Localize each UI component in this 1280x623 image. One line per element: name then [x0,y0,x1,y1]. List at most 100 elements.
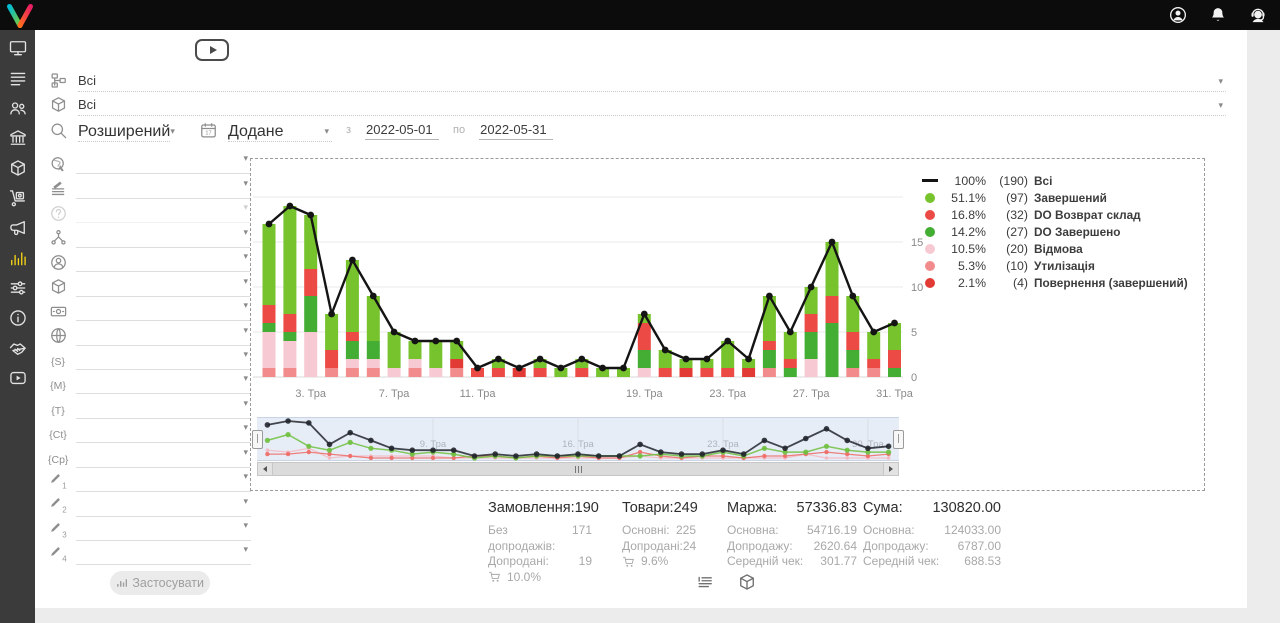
side-filter-row-globe: ▾ [48,321,251,345]
pencil-icon: 2 [48,496,68,516]
apply-filters-button[interactable]: Застосувати [110,571,210,595]
scrollbar-thumb[interactable] [273,463,883,475]
video-help-button[interactable] [195,39,229,61]
side-filter-select[interactable]: ▾ [76,471,251,492]
chevron-down-icon: ▾ [170,126,178,141]
svg-text:23. Тра: 23. Тра [709,388,747,400]
account-icon[interactable] [1168,5,1188,25]
side-filter-select[interactable]: ▾ [76,349,251,370]
sidebar-item-clients-people[interactable] [7,98,29,118]
main-nav-sidebar [0,30,35,623]
payment-icon [48,301,68,321]
side-filter-row-world-pointer: ▾ [48,150,251,174]
side-filter-row-pencil3: 3▾ [48,517,251,541]
notifications-bell-icon[interactable] [1208,5,1228,25]
side-filter-select[interactable]: ▾ [76,325,251,346]
sidebar-item-monitor[interactable] [7,38,29,58]
side-filter-select[interactable]: ▾ [76,153,251,174]
tag-icon: {Ct} [48,429,68,443]
sidebar-item-delivery-trolley[interactable] [7,188,29,208]
side-filter-select[interactable]: ▾ [76,447,251,468]
side-filter-select[interactable]: ▾ [76,520,251,541]
side-filter-select[interactable]: ▾ [76,398,251,419]
range-handle-left[interactable] [252,430,263,449]
legend-item-1[interactable]: 51.1%(97)Завершений [918,189,1188,206]
legend-item-4[interactable]: 10.5%(20)Відмова [918,240,1188,257]
date-from-input[interactable] [365,120,439,140]
range-handle-right[interactable] [893,430,904,449]
chart-scrollbar[interactable] [257,462,899,476]
search-mode-select[interactable]: Розширений ▾ [78,119,170,142]
brand-logo-icon[interactable] [5,2,35,34]
sidebar-item-settings-sliders[interactable] [7,278,29,298]
stat-value: 57336.83 [797,500,857,516]
mini-bars-icon [116,577,127,589]
dot-marker-icon [925,278,935,288]
tag-icon: {S} [48,356,68,370]
sidebar-item-marketing-megaphone[interactable] [7,218,29,238]
list-view-toggle[interactable] [695,572,715,592]
page-content: Всі ▾ Всі ▾ Розширений ▾ 17 Додане ▾ з [35,30,1247,608]
support-headset-icon[interactable] [1248,5,1268,25]
dot-marker-icon [925,244,935,254]
side-filter-row-manager: ▾ [48,248,251,272]
side-filter-row-package: ▾ [48,272,251,296]
side-filter-select[interactable]: ▾ [76,227,251,248]
legend-item-5[interactable]: 5.3%(10)Утилізація [918,257,1188,274]
date-type-select[interactable]: Додане ▾ [228,119,332,142]
svg-text:7. Тра: 7. Тра [379,388,410,400]
manager-icon [48,252,68,272]
sidebar-item-info-circle[interactable] [7,308,29,328]
world-pointer-icon [48,154,68,174]
scroll-left-button[interactable] [258,463,273,475]
side-filter-row-pencil4: 4▾ [48,541,251,565]
side-filter-select[interactable]: ▾ [76,544,251,565]
search-mode-value: Розширений [78,123,170,141]
orders-stacked-chart[interactable]: 0510153. Тра7. Тра11. Тра19. Тра23. Тра2… [253,161,943,411]
sidebar-item-partners-handshake[interactable] [7,338,29,358]
box-view-toggle[interactable] [737,572,757,592]
chevron-down-icon: ▾ [243,496,251,516]
apply-button-label: Застосувати [132,576,204,590]
sidebar-item-company-building[interactable] [7,128,29,148]
chevron-down-icon: ▾ [243,544,251,564]
chevron-down-icon: ▾ [1218,100,1226,115]
side-filter-select[interactable]: ▾ [76,373,251,394]
sidebar-item-orders-list[interactable] [7,68,29,88]
arrow-right-icon [889,466,893,472]
side-filter-select[interactable]: ▾ [76,300,251,321]
chart-range-navigator[interactable]: 9. Тра16. Тра23. Тра30. Тра [257,417,899,461]
side-filter-select[interactable]: ▾ [76,496,251,517]
play-icon [210,46,217,54]
side-filter-select[interactable]: ▾ [76,422,251,443]
side-filter-row-hierarchy: ▾ [48,223,251,247]
stat-value: 249 [674,500,698,516]
date-to-label: по [453,124,465,136]
sidebar-item-analytics-chart[interactable] [7,248,29,268]
side-filter-select[interactable]: ▾ [76,178,251,199]
stat-column-0: Замовлення:190Без допродажів:171Допродан… [488,500,592,585]
products-select[interactable]: Всі ▾ [78,93,1226,116]
app-window: Всі ▾ Всі ▾ Розширений ▾ 17 Додане ▾ з [0,0,1280,623]
cart-icon [488,570,502,584]
view-toggles [695,572,757,592]
status-group-select[interactable]: Всі ▾ [78,69,1226,92]
side-filter-row-sort-pencil: ▾ [48,174,251,198]
sidebar-item-video-tutorials[interactable] [7,368,29,388]
side-filter-row-ct: {Ct} ▾ [48,419,251,443]
legend-item-6[interactable]: 2.1%(4)Повернення (завершений) [918,274,1188,291]
side-filter-select[interactable]: ▾ [76,276,251,297]
dot-marker-icon [925,227,935,237]
side-filter-row-pencil2: 2▾ [48,492,251,516]
scroll-right-button[interactable] [883,463,898,475]
filter-row-search-dates: Розширений ▾ 17 Додане ▾ з по [48,118,553,142]
legend-item-3[interactable]: 14.2%(27)DO Завершено [918,223,1188,240]
sidebar-item-products-box[interactable] [7,158,29,178]
legend-item-0[interactable]: 100%(190)Всі [918,172,1188,189]
legend-item-2[interactable]: 16.8%(32)DO Возврат склад [918,206,1188,223]
side-filter-row-pencil1: 1▾ [48,468,251,492]
side-filter-select[interactable]: ▾ [76,202,251,223]
date-type-value: Додане [228,123,284,141]
date-to-input[interactable] [479,120,553,140]
side-filter-select[interactable]: ▾ [76,251,251,272]
